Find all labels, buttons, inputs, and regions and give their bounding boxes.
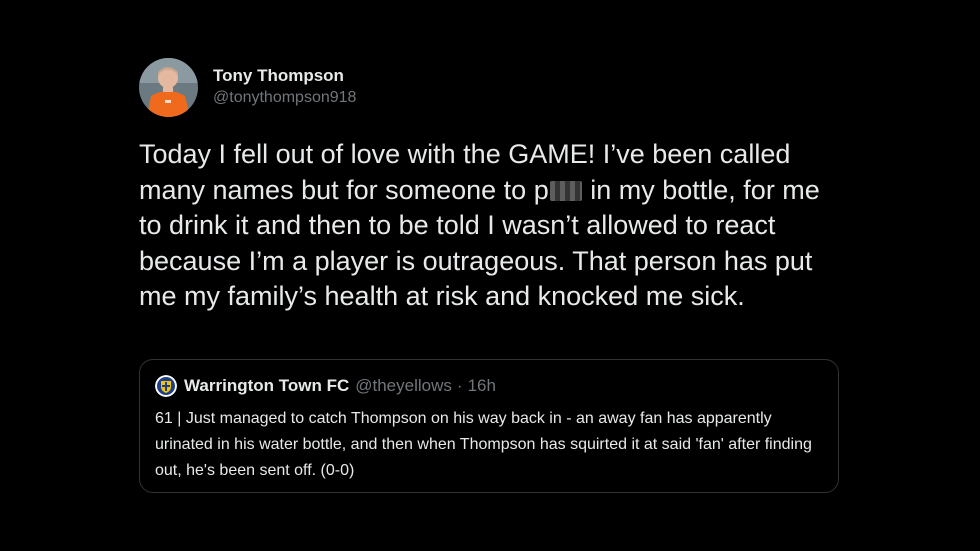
quoted-tweet-text: 61 | Just managed to catch Thompson on h… — [155, 410, 812, 479]
separator-dot: · — [456, 376, 463, 395]
quoted-tweet[interactable]: Warrington Town FC @theyellows · 16h 61 … — [139, 359, 839, 493]
censored-word-icon — [549, 180, 582, 201]
quoted-tweet-header: Warrington Town FC @theyellows · 16h — [155, 374, 823, 398]
quoted-display-name[interactable]: Warrington Town FC — [184, 376, 349, 396]
author-names: Tony Thompson @tonythompson918 — [213, 65, 356, 109]
author-display-name[interactable]: Tony Thompson — [213, 65, 356, 87]
quoted-timestamp[interactable]: 16h — [468, 376, 496, 396]
quoted-handle[interactable]: @theyellows — [355, 376, 452, 396]
author-handle[interactable]: @tonythompson918 — [213, 87, 356, 109]
player-avatar-icon[interactable] — [139, 57, 198, 117]
tweet-body: Today I fell out of love with the GAME! … — [139, 137, 841, 315]
club-crest-icon[interactable] — [155, 375, 177, 397]
tweet-card: Tony Thompson @tonythompson918 Today I f… — [139, 57, 841, 493]
tweet-author[interactable]: Tony Thompson @tonythompson918 — [139, 57, 841, 117]
